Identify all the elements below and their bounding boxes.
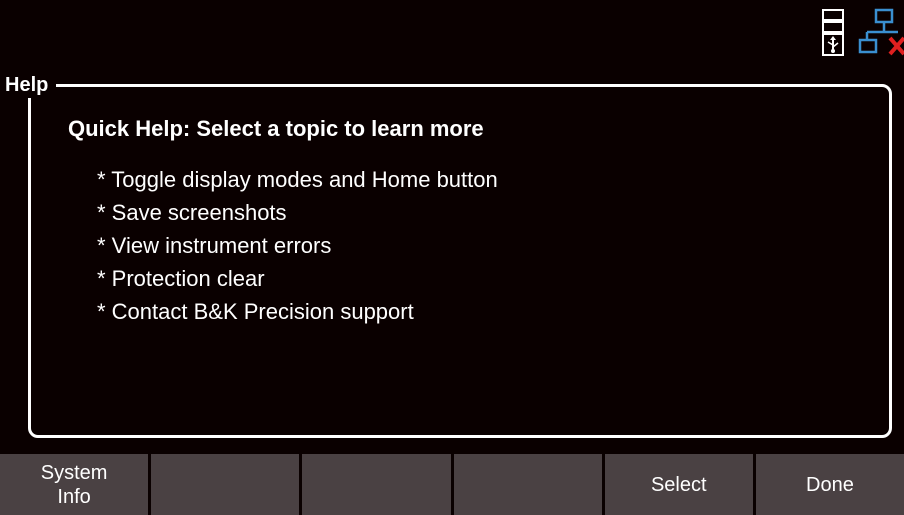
panel-title: Help [5,72,57,98]
topic-contact-support[interactable]: * Contact B&K Precision support [97,295,498,328]
topic-list: * Toggle display modes and Home button *… [97,163,498,328]
softkey-4[interactable] [453,454,605,515]
status-icons [804,0,904,62]
done-softkey[interactable]: Done [755,454,904,515]
softkey-bar: System Info Select Done [0,454,904,515]
softkey-label: Done [806,473,854,496]
topic-save-screenshots[interactable]: * Save screenshots [97,196,498,229]
softkey-2[interactable] [151,454,303,515]
softkey-label: System Info [40,461,108,508]
system-info-softkey[interactable]: System Info [0,454,152,515]
topic-protection-clear[interactable]: * Protection clear [97,262,498,295]
usb-icon [822,9,844,56]
quick-help-heading: Quick Help: Select a topic to learn more [68,116,484,141]
network-disconnected-icon [858,8,904,56]
softkey-3[interactable] [302,454,454,515]
softkey-label: Select [650,473,707,496]
topic-instrument-errors[interactable]: * View instrument errors [97,229,498,262]
help-screen: Help Quick Help: Select a topic to learn… [0,0,904,515]
topic-display-modes[interactable]: * Toggle display modes and Home button [97,163,498,196]
select-softkey[interactable]: Select [604,454,756,515]
